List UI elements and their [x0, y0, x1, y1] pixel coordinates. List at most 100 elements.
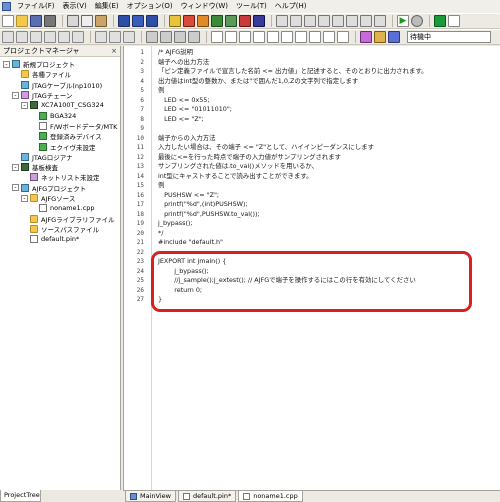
code-line[interactable]: 17 printf("%d",(int)PUSHSW);: [137, 200, 500, 210]
chain-icon[interactable]: [169, 15, 181, 27]
view-1-icon[interactable]: [146, 31, 158, 43]
step-down-icon[interactable]: [16, 31, 28, 43]
menu-window[interactable]: ウィンドウ(W): [181, 0, 228, 13]
code-line[interactable]: 7 LED <= "01011010";: [140, 105, 500, 115]
tree-item[interactable]: - 新規プロジェクト: [0, 59, 120, 69]
stop-icon[interactable]: [411, 15, 423, 27]
menu-file[interactable]: ファイル(F): [17, 0, 55, 13]
signal-icon[interactable]: [197, 15, 209, 27]
menu-options[interactable]: オプション(O): [127, 0, 173, 13]
tree-item[interactable]: BGA324: [0, 110, 120, 120]
cross-icon[interactable]: [295, 31, 307, 43]
arrow-up-icon[interactable]: [253, 31, 265, 43]
script-icon[interactable]: [360, 31, 372, 43]
record-icon[interactable]: [434, 15, 446, 27]
collapse-icon[interactable]: -: [12, 91, 19, 99]
tree-item[interactable]: default.pin*: [0, 234, 120, 244]
tree-item[interactable]: - XC7A100T_CSG324: [0, 100, 120, 110]
print-icon[interactable]: [44, 15, 56, 27]
code-line[interactable]: 2 端子への出力方法: [140, 58, 500, 68]
code-line[interactable]: 5例: [140, 86, 500, 96]
save-icon[interactable]: [30, 15, 42, 27]
rewind-icon[interactable]: [281, 31, 293, 43]
collapse-icon[interactable]: -: [12, 163, 19, 171]
step-out-icon[interactable]: [44, 31, 56, 43]
menu-tools[interactable]: ツール(T): [236, 0, 267, 13]
download-icon[interactable]: [72, 31, 84, 43]
code-line[interactable]: 11 入力したい場合は、その端子 <= "Z"として、ハイインピーダンスにします: [137, 143, 500, 153]
tree-item[interactable]: ソースパスファイル: [0, 224, 120, 234]
code-line[interactable]: 13 サンプリングされた値は.to_val()メソッドを用いるか、: [137, 162, 500, 172]
collapse-icon[interactable]: -: [3, 60, 10, 68]
view-4-icon[interactable]: [188, 31, 200, 43]
code-line[interactable]: 27}: [137, 295, 500, 305]
code-line[interactable]: 23 JEXPORT int jmain() {: [137, 257, 500, 267]
wave-icon[interactable]: [109, 31, 121, 43]
tree-item[interactable]: 各種ファイル: [0, 69, 120, 79]
tree-item[interactable]: noname1.cpp: [0, 203, 120, 213]
tab-project-tree[interactable]: ProjectTree: [0, 490, 41, 502]
columns-icon[interactable]: [346, 15, 358, 27]
scan-icon[interactable]: [225, 15, 237, 27]
collapse-icon[interactable]: -: [21, 101, 28, 109]
open-folder-icon[interactable]: [16, 15, 28, 27]
compile-icon[interactable]: [374, 31, 386, 43]
tree-item[interactable]: JTAGケーブル(np1010): [0, 80, 120, 90]
tab-main-view[interactable]: MainView: [125, 491, 176, 502]
cut-icon[interactable]: [67, 15, 79, 27]
menu-help[interactable]: ヘルプ(H): [275, 0, 307, 13]
copy-icon[interactable]: [81, 15, 93, 27]
zoom-icon[interactable]: [123, 31, 135, 43]
code-line[interactable]: 20 */: [137, 229, 500, 239]
code-line[interactable]: 21 #include "default.h": [137, 238, 500, 248]
probe-icon[interactable]: [183, 15, 195, 27]
run-icon[interactable]: ▶: [397, 15, 409, 27]
board-icon[interactable]: [211, 15, 223, 27]
tab-noname1-cpp[interactable]: noname1.cpp: [238, 491, 303, 502]
code-line[interactable]: 9: [140, 124, 500, 134]
paste-icon[interactable]: [95, 15, 107, 27]
tree-item[interactable]: - 基板検査: [0, 162, 120, 172]
arrow-right-icon[interactable]: [239, 31, 251, 43]
insert-icon[interactable]: [309, 31, 321, 43]
rows-icon[interactable]: [360, 15, 372, 27]
code-line[interactable]: 8 LED <= "Z";: [140, 115, 500, 125]
code-line[interactable]: 10 端子からの入力方法: [137, 134, 500, 144]
tab-default-pin[interactable]: default.pin*: [177, 491, 237, 502]
step-over-icon[interactable]: [30, 31, 42, 43]
code-line[interactable]: 25 //j_sample();j_extest(); // AJFGで端子を操…: [137, 276, 500, 286]
tree-item[interactable]: F/Wボードデータ/MTK: [0, 121, 120, 131]
code-line[interactable]: 3 「ピン定義ファイルで宣言した名前 <= 出力値」と記述すると、そのとおりに出力…: [140, 67, 500, 77]
target-icon[interactable]: [253, 15, 265, 27]
align-center-icon[interactable]: [290, 15, 302, 27]
collapse-icon[interactable]: -: [21, 194, 28, 202]
code-line[interactable]: 1 /* AJFG説明: [140, 48, 500, 58]
align-left-icon[interactable]: [276, 15, 288, 27]
chart-icon[interactable]: [95, 31, 107, 43]
align-right-icon[interactable]: [304, 15, 316, 27]
menu-edit[interactable]: 編集(E): [95, 0, 119, 13]
view-2-icon[interactable]: [160, 31, 172, 43]
code-area[interactable]: 1 /* AJFG説明 2 端子への出力方法 3 「ピン定義ファイルで宣言した名前 <= …: [137, 46, 500, 490]
grid-icon[interactable]: [132, 15, 144, 27]
menu-view[interactable]: 表示(V): [63, 0, 87, 13]
view-3-icon[interactable]: [174, 31, 186, 43]
code-line[interactable]: 22: [137, 248, 500, 258]
code-line[interactable]: 26 return 0;: [137, 286, 500, 296]
code-line[interactable]: 15 例: [137, 181, 500, 191]
new-file-icon[interactable]: [2, 15, 14, 27]
tree-item[interactable]: - AJFGソース: [0, 193, 120, 203]
code-line[interactable]: 14 int型にキャストすることで読み出すことができます。: [137, 172, 500, 182]
collapse-icon[interactable]: -: [12, 184, 19, 192]
delete-icon[interactable]: [323, 31, 335, 43]
table-icon[interactable]: [332, 15, 344, 27]
tree-item[interactable]: エクイヴ未設定: [0, 141, 120, 152]
code-line[interactable]: 12 最後に<=を行った時点で端子の入力値がサンプリングされます: [137, 153, 500, 163]
execute-icon[interactable]: [388, 31, 400, 43]
code-line[interactable]: 24 j_bypass();: [137, 267, 500, 277]
text-icon[interactable]: [225, 31, 237, 43]
upload-icon[interactable]: [58, 31, 70, 43]
tree-item[interactable]: JTAGロジアナ: [0, 152, 120, 162]
code-line[interactable]: 16 PUSHSW <= "Z";: [137, 191, 500, 201]
layout-icon[interactable]: [118, 15, 130, 27]
